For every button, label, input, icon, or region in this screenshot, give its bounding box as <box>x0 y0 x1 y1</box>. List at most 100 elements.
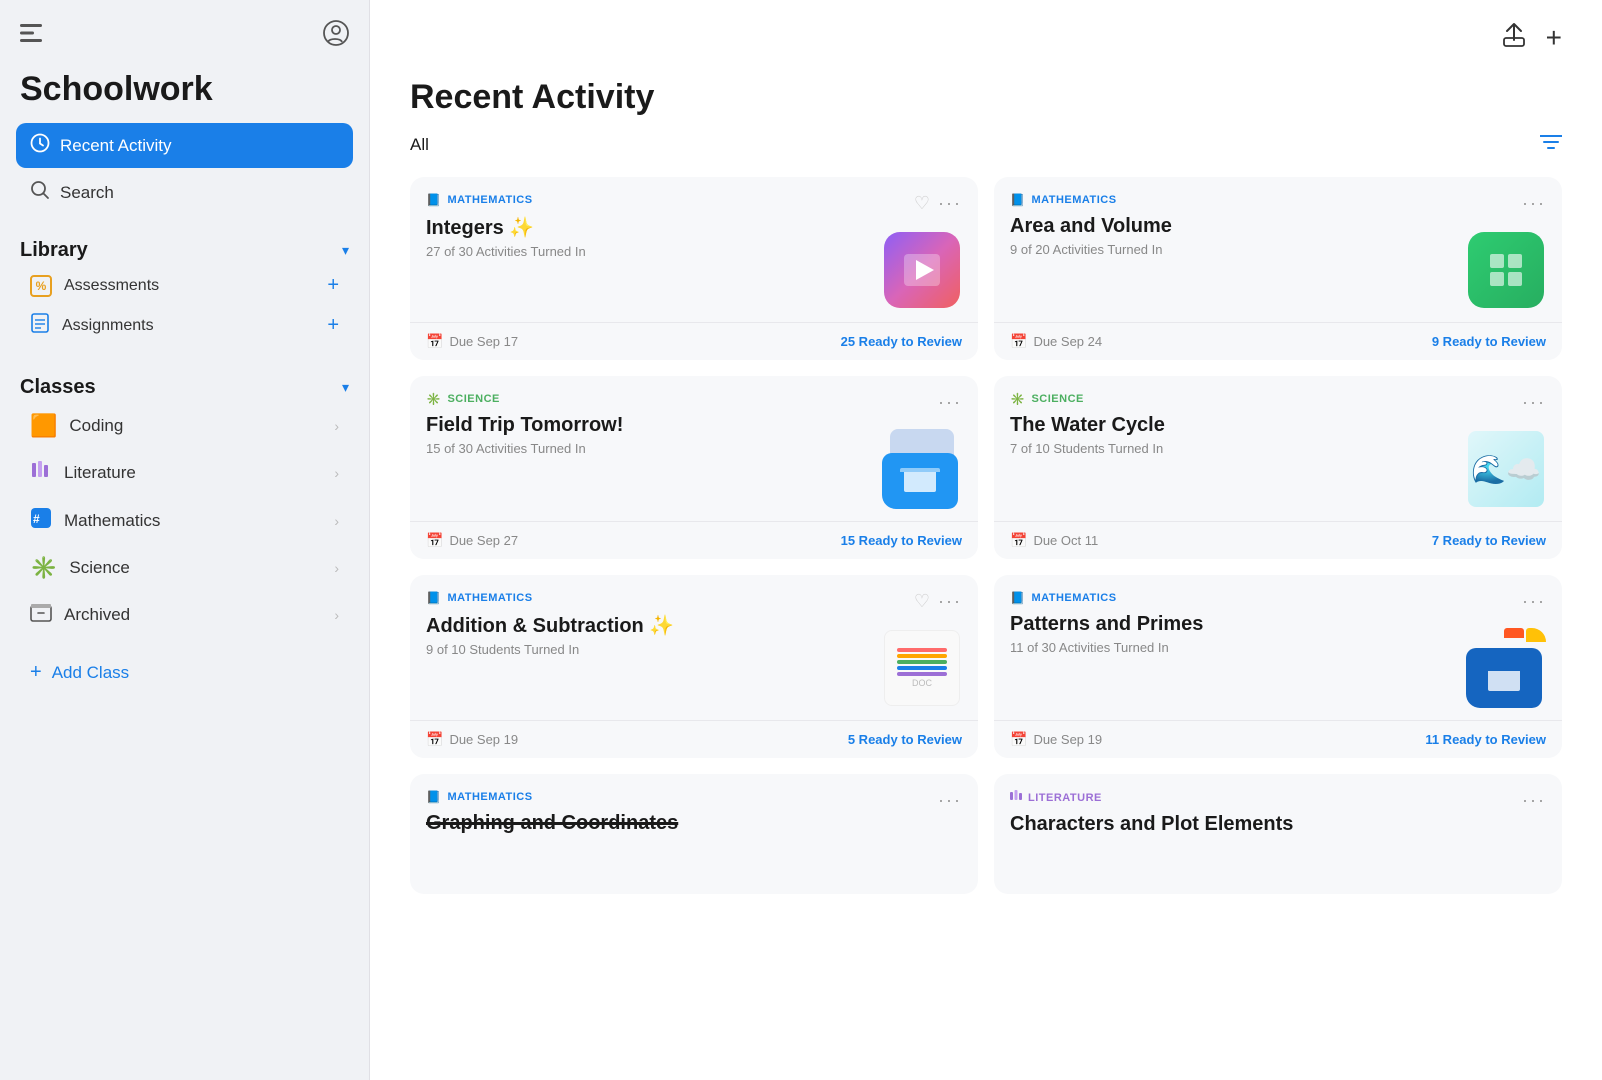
card-characters[interactable]: LITERATURE Characters and Plot Elements … <box>994 774 1562 894</box>
classes-section: Classes ▾ 🟧 Coding › Literature <box>16 372 353 639</box>
card-field-title: Field Trip Tomorrow! <box>426 414 882 437</box>
card-water-cycle[interactable]: ✳️ SCIENCE The Water Cycle 7 of 10 Stude… <box>994 376 1562 559</box>
math-book-icon5: 📘 <box>426 790 441 804</box>
field-due-date: 📅 Due Sep 27 <box>426 532 518 549</box>
card-addition-subtitle: 9 of 10 Students Turned In <box>426 642 882 657</box>
class-item-science[interactable]: ✳️ Science › <box>16 545 353 591</box>
profile-button[interactable] <box>323 20 349 52</box>
class-item-mathematics[interactable]: # Mathematics › <box>16 497 353 545</box>
card-field-subject: ✳️ SCIENCE <box>426 392 882 406</box>
math-book-icon2: 📘 <box>1010 193 1025 207</box>
addition-footer: 📅 Due Sep 19 5 Ready to Review <box>410 720 978 758</box>
card-addition-title: Addition & Subtraction ✨ <box>426 613 882 638</box>
mathematics-icon: # <box>30 507 52 535</box>
class-item-literature[interactable]: Literature › <box>16 449 353 497</box>
add-class-button[interactable]: + Add Class <box>16 651 353 694</box>
card-graphing-title: Graphing and Coordinates <box>426 812 938 835</box>
library-item-assignments[interactable]: Assignments + <box>16 305 353 346</box>
addition-heart-button[interactable]: ♡ <box>914 591 930 612</box>
card-patterns[interactable]: 📘 MATHEMATICS Patterns and Primes 11 of … <box>994 575 1562 758</box>
field-more-button[interactable]: ··· <box>938 392 962 413</box>
patterns-ready-review[interactable]: 11 Ready to Review <box>1425 732 1546 747</box>
math-book-icon3: 📘 <box>426 591 441 605</box>
card-graphing[interactable]: 📘 MATHEMATICS Graphing and Coordinates ·… <box>410 774 978 894</box>
science-label: Science <box>69 558 129 578</box>
card-addition[interactable]: 📘 MATHEMATICS Addition & Subtraction ✨ 9… <box>410 575 978 758</box>
science-chevron-icon: › <box>334 560 339 576</box>
calendar-icon5: 📅 <box>426 731 443 748</box>
calendar-icon4: 📅 <box>1010 532 1027 549</box>
water-ready-review[interactable]: 7 Ready to Review <box>1432 533 1546 548</box>
field-thumbnail <box>882 429 962 509</box>
card-addition-subject: 📘 MATHEMATICS <box>426 591 882 605</box>
graphing-more-button[interactable]: ··· <box>938 790 962 811</box>
mathematics-chevron-icon: › <box>334 513 339 529</box>
nav-recent-activity[interactable]: Recent Activity <box>16 123 353 168</box>
patterns-footer: 📅 Due Sep 19 11 Ready to Review <box>994 720 1562 758</box>
literature-label: Literature <box>64 463 136 483</box>
area-footer: 📅 Due Sep 24 9 Ready to Review <box>994 322 1562 360</box>
filter-all-label: All <box>410 135 429 155</box>
keynote-icon <box>884 232 960 308</box>
addition-ready-review[interactable]: 5 Ready to Review <box>848 732 962 747</box>
class-item-archived[interactable]: Archived › <box>16 591 353 639</box>
add-button[interactable]: + <box>1546 22 1562 54</box>
characters-more-button[interactable]: ··· <box>1522 790 1546 811</box>
nav-recent-activity-label: Recent Activity <box>60 136 172 156</box>
archived-icon <box>30 601 52 629</box>
card-area-volume[interactable]: 📘 MATHEMATICS Area and Volume 9 of 20 Ac… <box>994 177 1562 360</box>
addition-more-button[interactable]: ··· <box>938 591 962 612</box>
card-area-subject: 📘 MATHEMATICS <box>1010 193 1466 207</box>
science-icon2: ✳️ <box>426 392 441 406</box>
area-more-button[interactable]: ··· <box>1522 193 1546 214</box>
sidebar-toggle-button[interactable] <box>20 24 42 48</box>
area-thumbnail <box>1466 230 1546 310</box>
nav-search-label: Search <box>60 183 114 203</box>
app-title: Schoolwork <box>16 70 353 109</box>
water-more-button[interactable]: ··· <box>1522 392 1546 413</box>
page-title: Recent Activity <box>410 78 1562 117</box>
integers-heart-button[interactable]: ♡ <box>914 193 930 214</box>
library-item-assessments[interactable]: % Assessments + <box>16 266 353 305</box>
literature-icon <box>30 459 52 487</box>
card-water-title: The Water Cycle <box>1010 414 1466 437</box>
filter-row: All <box>410 133 1562 157</box>
main-scrollable-area: Recent Activity All 📘 MATHEMATICS <box>370 54 1602 1080</box>
coding-chevron-icon: › <box>334 418 339 434</box>
calendar-icon6: 📅 <box>1010 731 1027 748</box>
class-item-coding[interactable]: 🟧 Coding › <box>16 403 353 449</box>
card-graphing-subject: 📘 MATHEMATICS <box>426 790 938 804</box>
card-patterns-subtitle: 11 of 30 Activities Turned In <box>1010 640 1466 655</box>
header-action-buttons: + <box>1502 22 1562 54</box>
classes-header[interactable]: Classes ▾ <box>16 372 353 403</box>
card-integers-subject: 📘 MATHEMATICS <box>426 193 882 207</box>
card-field-subtitle: 15 of 30 Activities Turned In <box>426 441 882 456</box>
add-class-plus-icon: + <box>30 661 42 684</box>
calendar-icon: 📅 <box>426 333 443 350</box>
share-button[interactable] <box>1502 22 1526 54</box>
science-icon3: ✳️ <box>1010 392 1025 406</box>
search-icon <box>30 180 50 205</box>
integers-more-button[interactable]: ··· <box>938 193 962 214</box>
integers-ready-review[interactable]: 25 Ready to Review <box>841 334 962 349</box>
card-integers[interactable]: 📘 MATHEMATICS Integers ✨ 27 of 30 Activi… <box>410 177 978 360</box>
main-header: + <box>370 0 1602 54</box>
water-due-date: 📅 Due Oct 11 <box>1010 532 1098 549</box>
add-assignment-button[interactable]: + <box>327 314 339 337</box>
archived-chevron-icon: › <box>334 607 339 623</box>
add-assessment-button[interactable]: + <box>327 274 339 297</box>
water-footer: 📅 Due Oct 11 7 Ready to Review <box>994 521 1562 559</box>
area-ready-review[interactable]: 9 Ready to Review <box>1432 334 1546 349</box>
library-header[interactable]: Library ▾ <box>16 235 353 266</box>
card-field-trip[interactable]: ✳️ SCIENCE Field Trip Tomorrow! 15 of 30… <box>410 376 978 559</box>
nav-search[interactable]: Search <box>16 170 353 215</box>
library-section: Library ▾ % Assessments + Assig <box>16 235 353 346</box>
field-ready-review[interactable]: 15 Ready to Review <box>841 533 962 548</box>
calendar-icon2: 📅 <box>1010 333 1027 350</box>
water-thumbnail: 🌊☁️ <box>1466 429 1546 509</box>
patterns-more-button[interactable]: ··· <box>1522 591 1546 612</box>
assessments-icon: % <box>30 275 52 297</box>
filter-button[interactable] <box>1540 133 1562 157</box>
card-area-title: Area and Volume <box>1010 215 1466 238</box>
cards-grid: 📘 MATHEMATICS Integers ✨ 27 of 30 Activi… <box>410 177 1562 894</box>
